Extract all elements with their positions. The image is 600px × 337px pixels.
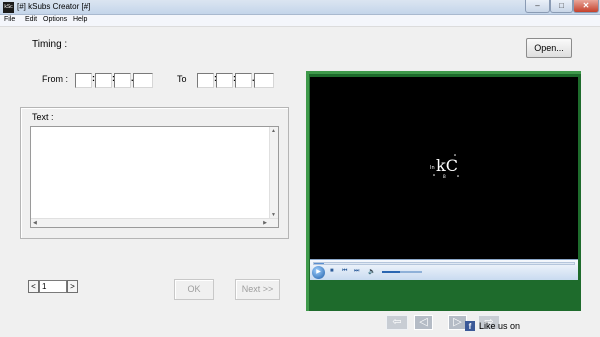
maximize-button[interactable]: □ [550, 0, 573, 13]
to-seconds-input[interactable] [235, 73, 252, 88]
minimize-button[interactable]: – [525, 0, 550, 13]
from-seconds-input[interactable] [114, 73, 131, 88]
player-frame [306, 71, 581, 74]
from-millis-input[interactable] [133, 73, 153, 88]
player-frame [306, 71, 309, 311]
from-minutes-input[interactable] [95, 73, 112, 88]
subtitle-text-input[interactable]: ▲ ▼ ◀ ▶ [30, 126, 279, 228]
from-label: From : [42, 74, 68, 84]
menu-file[interactable]: File [4, 16, 15, 23]
video-screen[interactable]: In kC B [310, 77, 578, 259]
vertical-scrollbar[interactable]: ▲ ▼ [269, 127, 278, 219]
like-text: Like us on [479, 321, 521, 331]
menu-help[interactable]: Help [73, 16, 87, 23]
menu-options[interactable]: Options [43, 16, 67, 23]
to-label: To [177, 74, 187, 84]
scroll-up-icon[interactable]: ▲ [271, 128, 276, 134]
to-minutes-input[interactable] [216, 73, 233, 88]
from-hours-input[interactable] [75, 73, 92, 88]
seek-back-arrow-icon[interactable]: ⇦ [386, 315, 408, 330]
logo-marks: B [443, 174, 446, 179]
logo-prefix: In [430, 165, 435, 171]
ok-button[interactable]: OK [174, 279, 214, 300]
close-button[interactable]: ✕ [573, 0, 599, 13]
window-title: [#] kSubs Creator [#] [17, 2, 91, 11]
logo-text: kC [436, 156, 458, 175]
next-subtitle-button[interactable]: > [67, 280, 78, 293]
previous-icon[interactable]: ⏮ [342, 268, 347, 275]
mute-icon[interactable]: 🔈 [368, 268, 375, 275]
title-bar: kSc [#] kSubs Creator [#] – □ ✕ [0, 0, 600, 15]
app-icon: kSc [3, 2, 14, 13]
text-label: Text : [32, 112, 54, 122]
volume-slider[interactable] [382, 271, 422, 273]
main-panel: Timing : From : : : . To : : . Open... T… [0, 26, 600, 337]
menu-bar: File Edit Options Help [0, 15, 600, 26]
seek-progress [314, 263, 325, 264]
seek-bar[interactable] [313, 262, 575, 265]
player-controls: ▶ ■ ⏮ ⏭ 🔈 [310, 259, 578, 280]
horizontal-scrollbar[interactable]: ◀ ▶ [31, 218, 278, 227]
prev-subtitle-button[interactable]: < [28, 280, 39, 293]
app-logo-icon: In kC B [430, 154, 459, 179]
facebook-icon: f [465, 321, 475, 331]
to-hours-input[interactable] [197, 73, 214, 88]
next-button[interactable]: Next >> [235, 279, 280, 300]
volume-level [382, 271, 400, 273]
timing-label: Timing : [32, 39, 68, 50]
previous-arrow-icon[interactable]: ◁ [414, 315, 433, 330]
scroll-left-icon[interactable]: ◀ [33, 220, 37, 226]
menu-edit[interactable]: Edit [25, 16, 37, 23]
open-button[interactable]: Open... [526, 38, 572, 58]
text-group: Text : ▲ ▼ ◀ ▶ [20, 107, 289, 239]
video-player: In kC B ▶ ■ ⏮ ⏭ 🔈 ⇦ ◁ ▷ ⇨ [306, 71, 581, 330]
scroll-right-icon[interactable]: ▶ [263, 220, 267, 226]
play-button[interactable]: ▶ [312, 266, 325, 279]
to-millis-input[interactable] [254, 73, 274, 88]
next-icon[interactable]: ⏭ [354, 268, 359, 275]
subtitle-index-input[interactable]: 1 [39, 280, 67, 293]
stop-icon[interactable]: ■ [330, 268, 334, 274]
